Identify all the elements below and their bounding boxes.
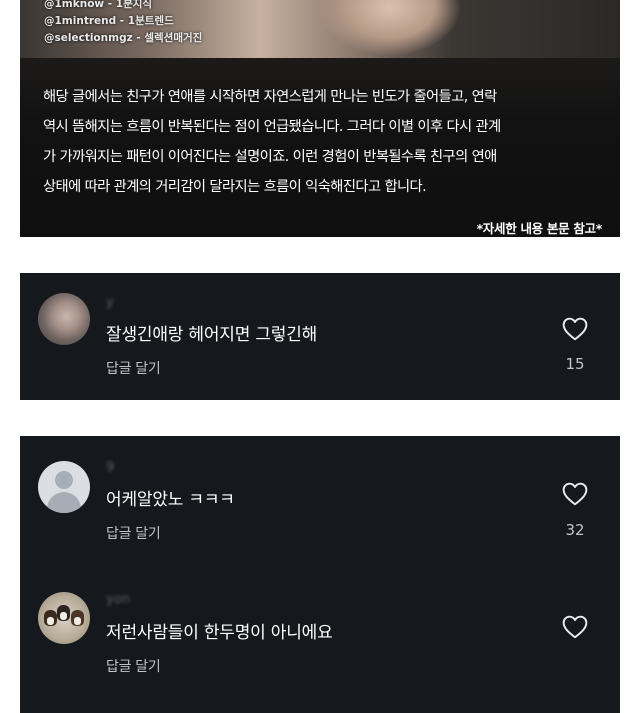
avatar-body	[47, 492, 81, 513]
comment-text: 어케알았노 ㅋㅋㅋ	[106, 490, 235, 510]
comment-text: 저런사람들이 한두명이 아니에요	[106, 623, 333, 643]
body-line: 역시 뜸해지는 흐름이 반복된다는 점이 언급됐습니다. 그러다 이별 이후 다…	[43, 119, 501, 135]
comment-username[interactable]: 9	[106, 460, 114, 475]
dog-figure	[57, 605, 70, 621]
credit-line: @1mintrend - 1분트렌드	[44, 15, 174, 27]
body-line: 해당 글에서는 친구가 연애를 시작하면 자연스럽게 만나는 빈도가 줄어들고,…	[43, 89, 497, 105]
reply-button[interactable]: 답글 달기	[106, 523, 161, 543]
dog-figure	[71, 610, 84, 626]
post-note: *자세한 내용 본문 참고*	[476, 221, 603, 236]
credit-line: @1mknow - 1분지식	[44, 0, 153, 10]
photo-shoulder	[320, 0, 460, 55]
body-line: 상태에 따라 관계의 거리감이 달라지는 흐름이 익숙해진다고 합니다.	[43, 179, 427, 195]
like-count: 15	[565, 355, 585, 373]
like-count: 32	[565, 521, 585, 539]
post-image-card: @1mknow - 1분지식 @1mintrend - 1분트렌드 @selec…	[20, 0, 620, 237]
comment-username[interactable]: y	[106, 295, 114, 310]
dog-figure	[44, 610, 57, 626]
reply-button[interactable]: 답글 달기	[106, 656, 161, 676]
heart-outline-icon[interactable]	[562, 317, 588, 341]
body-line: 가 가까워지는 패턴이 이어진다는 설명이죠. 이런 경험이 반복될수록 친구의…	[43, 149, 497, 165]
comment-text: 잘생긴애랑 헤어지면 그렇긴해	[106, 325, 318, 345]
credit-line: @selectionmgz - 셀렉션매거진	[44, 32, 203, 44]
comment-username[interactable]: yon	[106, 592, 130, 607]
post-credits: @1mknow - 1분지식 @1mintrend - 1분트렌드 @selec…	[44, 0, 202, 47]
heart-outline-icon[interactable]	[562, 615, 588, 639]
heart-outline-icon[interactable]	[562, 482, 588, 506]
comment-card-2: 9 어케알았노 ㅋㅋㅋ 답글 달기 32 yon 저런사람들이 한두명이 아니에…	[20, 436, 620, 713]
dogs-photo-avatar[interactable]	[38, 592, 90, 644]
default-user-avatar[interactable]	[38, 461, 90, 513]
reply-button[interactable]: 답글 달기	[106, 358, 161, 378]
comment-card-1: y 잘생긴애랑 헤어지면 그렇긴해 답글 달기 15	[20, 273, 620, 400]
post-body-text: 해당 글에서는 친구가 연애를 시작하면 자연스럽게 만나는 빈도가 줄어들고,…	[43, 82, 613, 202]
avatar-head	[55, 471, 73, 489]
profile-photo-avatar[interactable]	[38, 293, 90, 345]
